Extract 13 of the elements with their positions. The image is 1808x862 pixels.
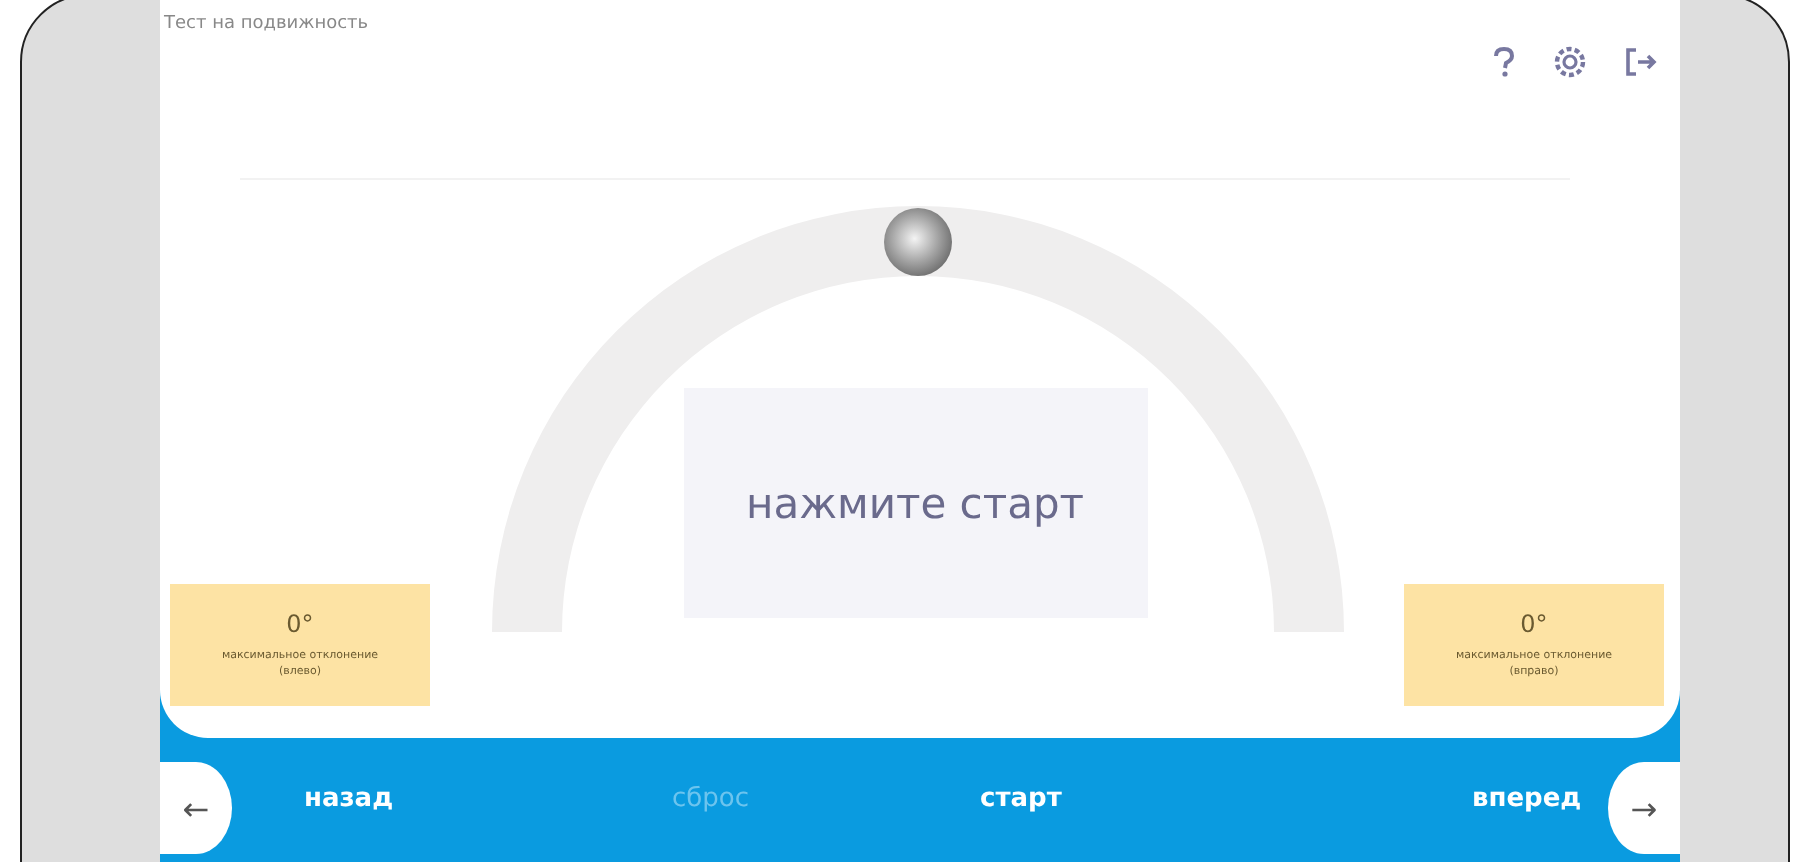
screen-title: Тест на подвижность: [164, 14, 369, 34]
reading-value: 0°: [1520, 609, 1548, 638]
back-arrow[interactable]: ←: [182, 789, 210, 827]
reading-value: 0°: [286, 609, 314, 638]
forward-arrow[interactable]: →: [1630, 789, 1658, 827]
help-icon[interactable]: [1492, 46, 1516, 78]
footer-button[interactable]: вперед: [1464, 780, 1590, 818]
logout-icon[interactable]: [1624, 46, 1660, 78]
gauge-ball: [883, 208, 951, 276]
footer-button[interactable]: старт: [972, 780, 1070, 818]
prompt-text: нажмите старт: [745, 479, 1085, 527]
settings-icon[interactable]: [1552, 44, 1588, 80]
footer-button[interactable]: назад: [296, 780, 402, 818]
